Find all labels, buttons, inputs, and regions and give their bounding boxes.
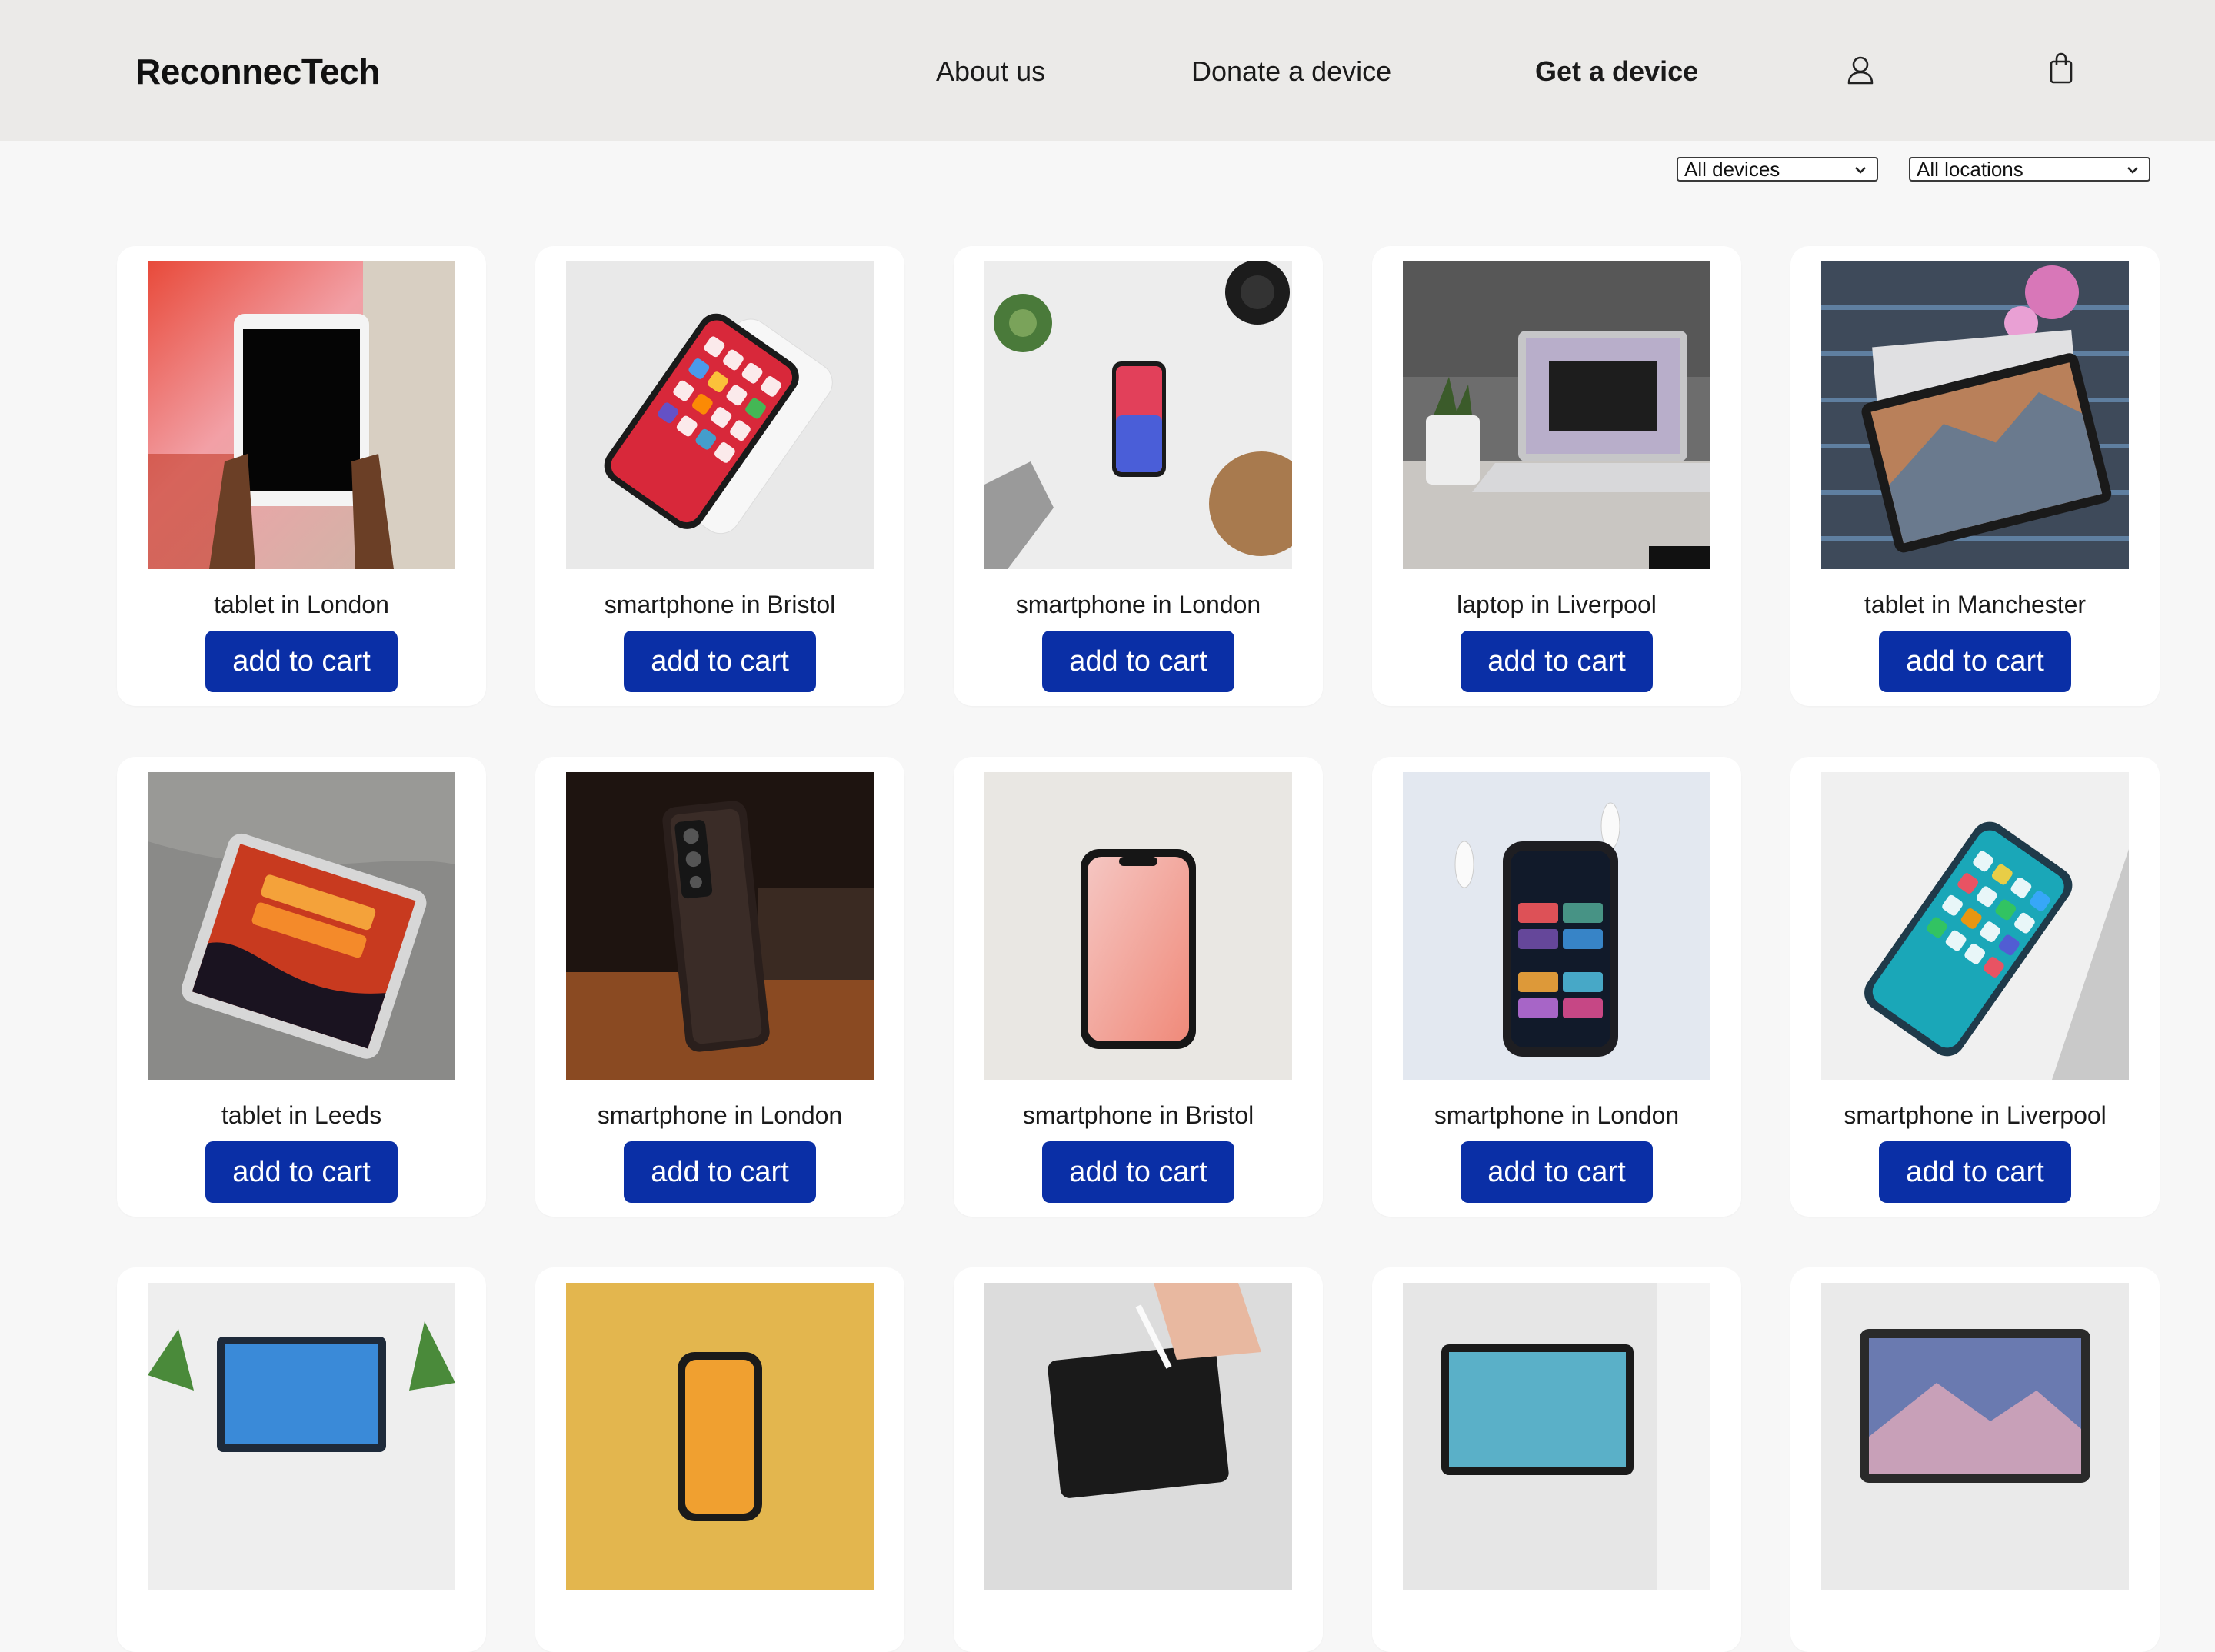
product-photo[interactable] [984, 261, 1292, 569]
brand-logo[interactable]: ReconnecTech [135, 51, 380, 92]
product-card: smartphone in London add to cart [535, 757, 904, 1217]
product-card [1790, 1267, 2160, 1652]
add-to-cart-button[interactable]: add to cart [1042, 631, 1234, 692]
product-caption: smartphone in Bristol [1022, 1101, 1254, 1129]
product-photo[interactable] [1403, 1283, 1710, 1590]
add-to-cart-button[interactable]: add to cart [624, 631, 816, 692]
chevron-down-icon [1855, 167, 1866, 174]
product-caption: smartphone in Liverpool [1844, 1101, 2107, 1129]
nav-about-us[interactable]: About us [936, 55, 1045, 88]
product-card [117, 1267, 486, 1652]
product-caption: tablet in London [214, 591, 389, 618]
add-to-cart-button[interactable]: add to cart [1042, 1141, 1234, 1203]
product-card: smartphone in Bristol add to cart [954, 757, 1323, 1217]
product-card: laptop in Liverpool add to cart [1372, 246, 1741, 706]
product-photo[interactable] [984, 1283, 1292, 1590]
product-photo[interactable] [984, 772, 1292, 1080]
add-to-cart-button[interactable]: add to cart [624, 1141, 816, 1203]
product-caption: smartphone in London [597, 1101, 843, 1129]
add-to-cart-button[interactable]: add to cart [1461, 631, 1653, 692]
product-card: tablet in London add to cart [117, 246, 486, 706]
chevron-down-icon [2127, 167, 2138, 174]
product-card: tablet in Manchester add to cart [1790, 246, 2160, 706]
product-photo[interactable] [1821, 1283, 2129, 1590]
shopping-bag-icon[interactable] [2049, 52, 2073, 88]
site-header: ReconnecTech About us Donate a device Ge… [0, 0, 2215, 141]
add-to-cart-button[interactable]: add to cart [205, 631, 398, 692]
product-card: smartphone in London add to cart [954, 246, 1323, 706]
location-select[interactable]: All locations [1909, 157, 2150, 182]
location-select-value: All locations [1917, 158, 2023, 181]
product-card: tablet in Leeds add to cart [117, 757, 486, 1217]
product-card: smartphone in Liverpool add to cart [1790, 757, 2160, 1217]
product-photo[interactable] [148, 772, 455, 1080]
product-card [535, 1267, 904, 1652]
user-icon[interactable] [1847, 55, 1874, 88]
product-caption: tablet in Leeds [221, 1101, 382, 1129]
product-photo[interactable] [1821, 261, 2129, 569]
product-photo[interactable] [566, 261, 874, 569]
nav-donate-a-device[interactable]: Donate a device [1191, 55, 1391, 88]
product-caption: tablet in Manchester [1864, 591, 2087, 618]
product-photo[interactable] [1403, 261, 1710, 569]
device-type-select[interactable]: All devices [1677, 157, 1878, 182]
product-photo[interactable] [1403, 772, 1710, 1080]
product-caption: smartphone in London [1434, 1101, 1680, 1129]
product-photo[interactable] [566, 772, 874, 1080]
product-photo[interactable] [148, 1283, 455, 1590]
add-to-cart-button[interactable]: add to cart [1879, 1141, 2071, 1203]
product-card: smartphone in London add to cart [1372, 757, 1741, 1217]
product-card: smartphone in Bristol add to cart [535, 246, 904, 706]
product-card [954, 1267, 1323, 1652]
product-caption: smartphone in Bristol [604, 591, 836, 618]
product-card [1372, 1267, 1741, 1652]
add-to-cart-button[interactable]: add to cart [1461, 1141, 1653, 1203]
device-type-select-value: All devices [1684, 158, 1780, 181]
product-photo[interactable] [148, 261, 455, 569]
product-caption: laptop in Liverpool [1457, 591, 1657, 618]
add-to-cart-button[interactable]: add to cart [1879, 631, 2071, 692]
nav-get-a-device[interactable]: Get a device [1535, 55, 1698, 88]
product-photo[interactable] [566, 1283, 874, 1590]
product-caption: smartphone in London [1015, 591, 1261, 618]
add-to-cart-button[interactable]: add to cart [205, 1141, 398, 1203]
product-photo[interactable] [1821, 772, 2129, 1080]
